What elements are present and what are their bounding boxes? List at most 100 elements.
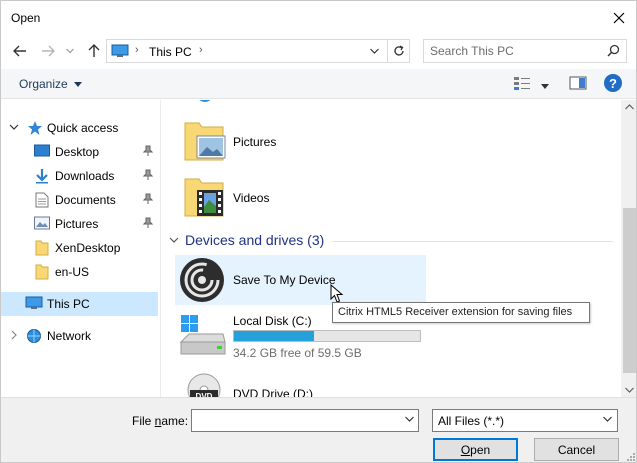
nav-network-label: Network [47, 329, 92, 343]
open-button[interactable]: Open [433, 438, 518, 461]
pin-icon[interactable] [143, 193, 153, 205]
folder-item-label: Videos [233, 191, 270, 205]
file-list: Pictures Videos Devices and drives (3) S… [163, 100, 621, 397]
help-button[interactable]: ? [604, 74, 622, 92]
pin-icon[interactable] [143, 145, 153, 157]
file-type-select[interactable]: All Files (*.*) [432, 409, 618, 432]
computer-icon [25, 296, 43, 309]
desktop-icon [34, 144, 50, 157]
vertical-scrollbar[interactable] [621, 100, 636, 397]
change-view-button[interactable] [513, 75, 531, 94]
arrow-right-icon [42, 45, 55, 57]
group-header-label: Devices and drives (3) [185, 232, 325, 248]
forward-button[interactable] [39, 42, 57, 60]
chevron-down-icon [9, 124, 19, 130]
disk-usage-fill [234, 331, 314, 341]
search-icon [607, 44, 620, 57]
breadcrumb-this-pc[interactable]: This PC [149, 45, 192, 59]
open-dialog: Open › This PC › Search This PC Organize… [0, 0, 637, 463]
command-bar: Organize ? [1, 69, 636, 99]
organize-label: Organize [19, 77, 68, 91]
sidebar-item-en-us[interactable]: en-US [1, 260, 158, 284]
title-bar: Open [1, 1, 636, 35]
refresh-button[interactable] [387, 40, 409, 62]
pin-icon[interactable] [143, 169, 153, 181]
chevron-down-icon [369, 48, 379, 54]
device-item-save-to-my-device[interactable]: Save To My Device [175, 255, 426, 305]
network-icon [27, 329, 41, 343]
navigation-bar: › This PC › [1, 35, 636, 67]
close-icon [613, 12, 625, 24]
sidebar-item-label: Documents [55, 193, 116, 207]
sidebar-item-desktop[interactable]: Desktop [1, 140, 158, 164]
file-name-input[interactable] [196, 414, 396, 428]
refresh-icon [393, 45, 404, 56]
sidebar-item-xendesktop[interactable]: XenDesktop [1, 236, 158, 260]
scroll-up-icon[interactable] [625, 104, 634, 110]
cancel-button[interactable]: Cancel [534, 438, 619, 461]
chevron-right-icon [11, 330, 17, 340]
sidebar-item-label: Desktop [55, 145, 100, 159]
pictures-icon [34, 216, 50, 230]
preview-pane-button[interactable] [569, 75, 587, 94]
tooltip: Citrix HTML5 Receiver extension for savi… [332, 302, 590, 323]
dvd-drive-icon: DVD [187, 373, 221, 397]
sidebar-item-label: en-US [55, 265, 90, 279]
mouse-cursor-icon [330, 284, 344, 303]
scrollbar-thumb[interactable] [623, 208, 636, 373]
device-item-label: Local Disk (C:) [233, 314, 312, 328]
chevron-down-icon[interactable] [405, 416, 414, 422]
partial-item-icon [199, 100, 211, 102]
search-input[interactable] [430, 44, 600, 58]
nav-quick-access-label: Quick access [47, 121, 119, 135]
caret-down-icon [541, 84, 549, 89]
address-history-dropdown[interactable] [365, 42, 383, 60]
nav-quick-access[interactable]: Quick access [1, 116, 158, 140]
folder-item-pictures[interactable]: Pictures [183, 120, 433, 164]
view-details-icon [514, 77, 530, 90]
folder-item-videos[interactable]: Videos [183, 176, 433, 220]
folder-item-label: Pictures [233, 135, 277, 149]
caret-down-icon [74, 82, 83, 88]
chevron-down-icon [169, 237, 179, 243]
up-button[interactable] [85, 42, 103, 60]
navigation-pane: Quick access Desktop Downloads Documents… [1, 100, 161, 397]
sidebar-item-label: Pictures [55, 217, 99, 231]
citrix-receiver-icon [180, 258, 224, 302]
preview-pane-icon [569, 76, 587, 90]
chevron-down-icon [603, 416, 612, 422]
device-item-label: Save To My Device [233, 273, 336, 287]
close-button[interactable] [606, 5, 632, 31]
window-title: Open [11, 11, 41, 25]
recent-locations-button[interactable] [64, 42, 76, 60]
group-header-devices-and-drives[interactable]: Devices and drives (3) [169, 232, 324, 248]
sidebar-item-documents[interactable]: Documents [1, 188, 158, 212]
back-button[interactable] [11, 42, 29, 60]
sidebar-item-pictures[interactable]: Pictures [1, 212, 158, 236]
sidebar-item-downloads[interactable]: Downloads [1, 164, 158, 188]
sidebar-item-label: Downloads [55, 169, 115, 183]
star-icon [28, 121, 42, 135]
group-header-divider [333, 241, 613, 242]
nav-network[interactable]: Network [1, 324, 158, 348]
download-arrow-icon [36, 169, 48, 184]
chevron-down-icon [66, 48, 74, 54]
scroll-down-icon[interactable] [625, 387, 634, 393]
arrow-up-icon [88, 44, 100, 57]
device-item-dvd-drive-d[interactable]: DVD DVD Drive (D:) [175, 370, 435, 397]
windows-drive-icon [179, 315, 226, 355]
breadcrumb-separator[interactable]: › [199, 44, 203, 56]
view-options-dropdown[interactable] [541, 78, 549, 92]
disk-free-space: 34.2 GB free of 59.5 GB [233, 346, 362, 360]
device-item-label: DVD Drive (D:) [233, 387, 313, 397]
nav-this-pc-label: This PC [47, 297, 90, 311]
nav-this-pc[interactable]: This PC [1, 292, 158, 316]
resize-grip-icon[interactable] [626, 452, 636, 462]
file-name-combobox[interactable] [191, 409, 419, 432]
address-bar[interactable]: › This PC › [106, 39, 410, 63]
search-box[interactable] [423, 39, 627, 63]
help-icon: ? [609, 75, 617, 91]
organize-button[interactable]: Organize [19, 77, 83, 91]
file-type-value: All Files (*.*) [438, 414, 505, 428]
pin-icon[interactable] [143, 217, 153, 229]
